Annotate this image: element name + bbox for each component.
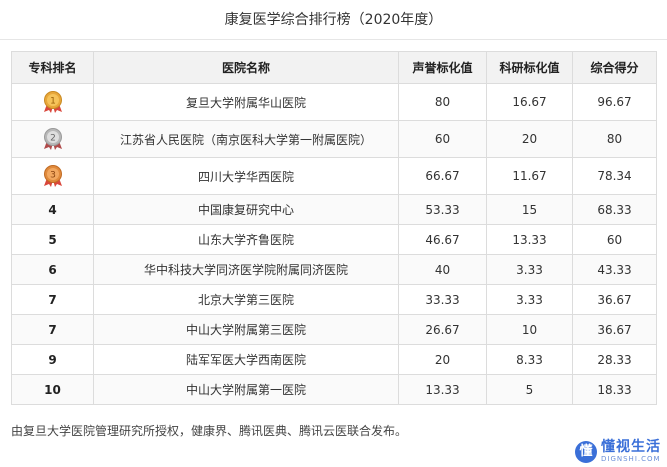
rank-cell: 9 bbox=[11, 344, 94, 375]
header-score: 综合得分 bbox=[572, 51, 657, 84]
research-cell: 16.67 bbox=[486, 83, 573, 121]
score-cell: 43.33 bbox=[572, 254, 657, 285]
logo-text: 懂视生活 DIGNSHI.COM bbox=[601, 440, 661, 463]
rank-cell: 4 bbox=[11, 194, 94, 225]
reputation-cell: 60 bbox=[398, 120, 487, 158]
logo-mark-icon: 懂 bbox=[575, 440, 597, 463]
research-cell: 3.33 bbox=[486, 284, 573, 315]
table-row: 2 江苏省人民医院（南京医科大学第一附属医院） 60 20 80 bbox=[11, 120, 657, 158]
table-row: 10 中山大学附属第一医院 13.33 5 18.33 bbox=[11, 374, 657, 405]
reputation-cell: 13.33 bbox=[398, 374, 487, 405]
medal-number: 1 bbox=[50, 97, 56, 107]
table-row: 3 四川大学华西医院 66.67 11.67 78.34 bbox=[11, 157, 657, 195]
rank-cell: 2 bbox=[11, 120, 94, 158]
gold-medal-icon: 1 bbox=[43, 91, 62, 113]
hospital-cell: 北京大学第三医院 bbox=[93, 284, 399, 315]
logo-domain: DIGNSHI.COM bbox=[601, 455, 661, 463]
header-rank: 专科排名 bbox=[11, 51, 94, 84]
reputation-cell: 80 bbox=[398, 83, 487, 121]
rank-cell: 7 bbox=[11, 284, 94, 315]
hospital-cell: 江苏省人民医院（南京医科大学第一附属医院） bbox=[93, 120, 399, 158]
reputation-cell: 53.33 bbox=[398, 194, 487, 225]
hospital-cell: 复旦大学附属华山医院 bbox=[93, 83, 399, 121]
score-cell: 36.67 bbox=[572, 314, 657, 345]
ranking-table: 专科排名 医院名称 声誉标化值 科研标化值 综合得分 1 复旦大学附属华山医院 … bbox=[11, 51, 657, 405]
table-row: 7 北京大学第三医院 33.33 3.33 36.67 bbox=[11, 284, 657, 315]
reputation-cell: 26.67 bbox=[398, 314, 487, 345]
rank-cell: 1 bbox=[11, 83, 94, 121]
reputation-cell: 40 bbox=[398, 254, 487, 285]
table-row: 7 中山大学附属第三医院 26.67 10 36.67 bbox=[11, 314, 657, 345]
hospital-cell: 山东大学齐鲁医院 bbox=[93, 224, 399, 255]
source-note: 由复旦大学医院管理研究所授权，健康界、腾讯医典、腾讯云医联合发布。 bbox=[11, 424, 408, 438]
rank-cell: 10 bbox=[11, 374, 94, 405]
title-divider bbox=[0, 39, 667, 40]
hospital-cell: 陆军军医大学西南医院 bbox=[93, 344, 399, 375]
hospital-cell: 中山大学附属第一医院 bbox=[93, 374, 399, 405]
research-cell: 11.67 bbox=[486, 157, 573, 195]
table-row: 1 复旦大学附属华山医院 80 16.67 96.67 bbox=[11, 83, 657, 121]
table-row: 6 华中科技大学同济医学院附属同济医院 40 3.33 43.33 bbox=[11, 254, 657, 285]
reputation-cell: 66.67 bbox=[398, 157, 487, 195]
research-cell: 10 bbox=[486, 314, 573, 345]
silver-medal-icon: 2 bbox=[43, 128, 62, 150]
score-cell: 68.33 bbox=[572, 194, 657, 225]
medal-number: 2 bbox=[50, 134, 56, 144]
hospital-cell: 中山大学附属第三医院 bbox=[93, 314, 399, 345]
research-cell: 13.33 bbox=[486, 224, 573, 255]
score-cell: 96.67 bbox=[572, 83, 657, 121]
header-hospital: 医院名称 bbox=[93, 51, 399, 84]
logo-name: 懂视生活 bbox=[601, 439, 661, 455]
bronze-medal-icon: 3 bbox=[43, 165, 62, 187]
page-title: 康复医学综合排行榜（2020年度） bbox=[224, 12, 443, 28]
hospital-cell: 华中科技大学同济医学院附属同济医院 bbox=[93, 254, 399, 285]
score-cell: 80 bbox=[572, 120, 657, 158]
table-row: 4 中国康复研究中心 53.33 15 68.33 bbox=[11, 194, 657, 225]
reputation-cell: 20 bbox=[398, 344, 487, 375]
score-cell: 36.67 bbox=[572, 284, 657, 315]
rank-cell: 6 bbox=[11, 254, 94, 285]
research-cell: 5 bbox=[486, 374, 573, 405]
reputation-cell: 33.33 bbox=[398, 284, 487, 315]
watermark-logo: 懂 懂视生活 DIGNSHI.COM bbox=[575, 440, 661, 463]
table-row: 5 山东大学齐鲁医院 46.67 13.33 60 bbox=[11, 224, 657, 255]
rank-cell: 5 bbox=[11, 224, 94, 255]
table-header-row: 专科排名 医院名称 声誉标化值 科研标化值 综合得分 bbox=[11, 51, 657, 84]
header-reputation: 声誉标化值 bbox=[398, 51, 487, 84]
hospital-cell: 中国康复研究中心 bbox=[93, 194, 399, 225]
research-cell: 8.33 bbox=[486, 344, 573, 375]
score-cell: 78.34 bbox=[572, 157, 657, 195]
table-row: 9 陆军军医大学西南医院 20 8.33 28.33 bbox=[11, 344, 657, 375]
reputation-cell: 46.67 bbox=[398, 224, 487, 255]
rank-cell: 3 bbox=[11, 157, 94, 195]
research-cell: 3.33 bbox=[486, 254, 573, 285]
research-cell: 20 bbox=[486, 120, 573, 158]
hospital-cell: 四川大学华西医院 bbox=[93, 157, 399, 195]
rank-cell: 7 bbox=[11, 314, 94, 345]
score-cell: 18.33 bbox=[572, 374, 657, 405]
score-cell: 60 bbox=[572, 224, 657, 255]
score-cell: 28.33 bbox=[572, 344, 657, 375]
research-cell: 15 bbox=[486, 194, 573, 225]
header-research: 科研标化值 bbox=[486, 51, 573, 84]
medal-number: 3 bbox=[50, 171, 56, 181]
